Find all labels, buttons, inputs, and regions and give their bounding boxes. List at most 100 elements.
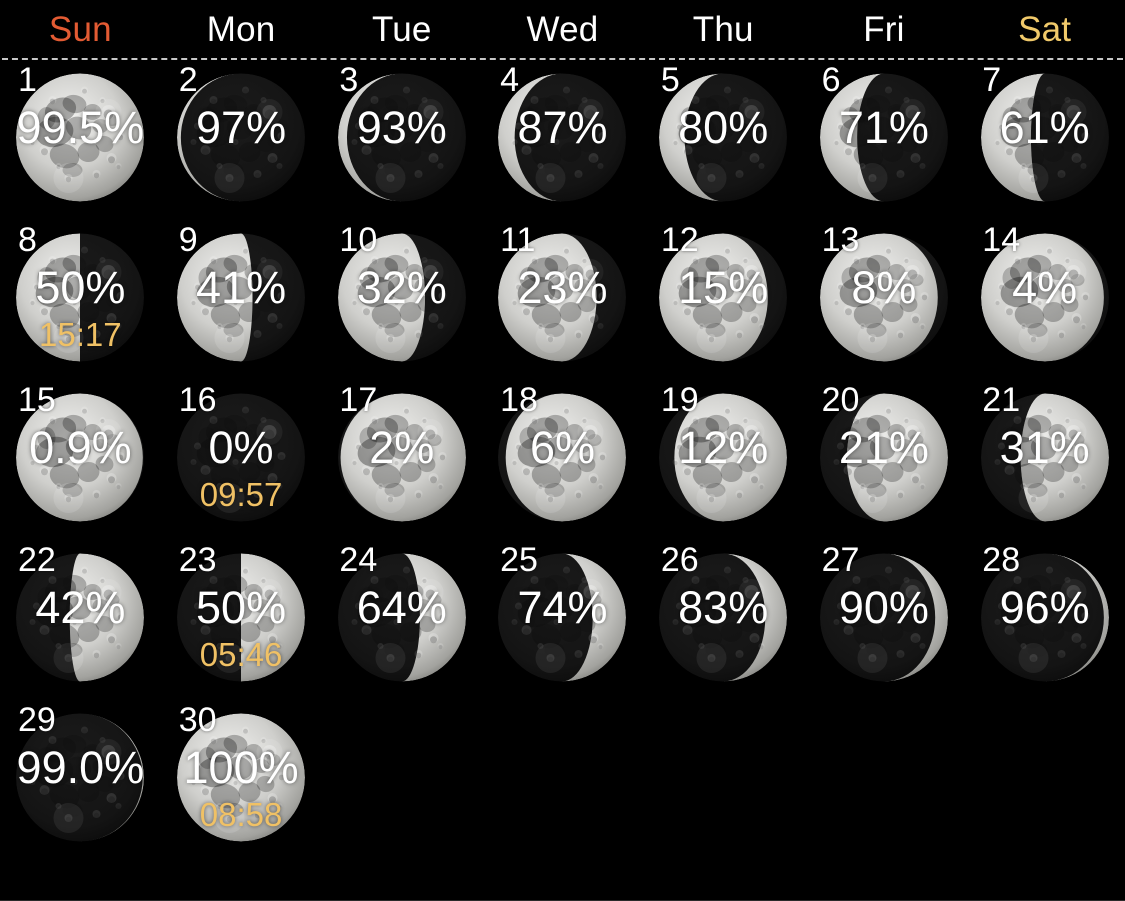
day-number: 21 <box>982 381 1021 419</box>
weekday-header-tue: Tue <box>371 9 432 49</box>
calendar-day-cell[interactable]: 10 32% <box>321 220 482 380</box>
day-number: 14 <box>982 221 1021 259</box>
calendar-day-cell[interactable]: 8 50% 15:17 <box>0 220 161 380</box>
calendar-day-cell[interactable]: 13 8% <box>804 220 965 380</box>
weekday-header-mon: Mon <box>206 9 276 49</box>
calendar-day-cell[interactable]: 25 74% <box>482 540 643 700</box>
calendar-day-cell[interactable]: 4 87% <box>482 60 643 220</box>
calendar-weeks: 1 99.5% 2 97% 3 93% 4 87% 5 80% 6 71% 7 61% 8 50% 15:17 9… <box>0 60 1125 860</box>
illumination-percent: 8% <box>851 262 917 313</box>
day-number: 17 <box>339 381 378 419</box>
illumination-percent: 50% <box>35 262 126 313</box>
moon-phase-calendar: Sun Mon Tue Wed Thu Fri Sat 1 99.5% 2 97% 3 93% 4 87%… <box>0 0 1125 901</box>
calendar-day-cell[interactable]: 23 50% 05:46 <box>161 540 322 700</box>
day-number: 22 <box>18 541 56 579</box>
calendar-day-cell[interactable]: 16 0% 09:57 <box>161 380 322 540</box>
calendar-day-cell[interactable]: 29 99.0% <box>0 700 161 860</box>
day-number: 24 <box>339 541 378 579</box>
day-number: 23 <box>178 541 217 579</box>
calendar-day-cell[interactable]: 1 99.5% <box>0 60 161 220</box>
illumination-percent: 97% <box>196 102 287 153</box>
calendar-week-row: 8 50% 15:17 9 41% 10 32% 11 23% 12 15% 13 8% 14 4% <box>0 220 1125 380</box>
weekday-header-sun: Sun <box>48 9 112 49</box>
calendar-day-cell[interactable]: 7 61% <box>964 60 1125 220</box>
weekday-header-row: Sun Mon Tue Wed Thu Fri Sat <box>0 0 1125 58</box>
illumination-percent: 4% <box>1012 262 1078 313</box>
day-number: 28 <box>982 541 1021 579</box>
calendar-week-row: 1 99.5% 2 97% 3 93% 4 87% 5 80% 6 71% 7 61% <box>0 60 1125 220</box>
calendar-day-cell[interactable]: 6 71% <box>804 60 965 220</box>
calendar-week-row: 15 0.9% 16 0% 09:57 17 2% 18 6% 19 12% 20 21% 21 31% <box>0 380 1125 540</box>
calendar-day-cell[interactable]: 3 93% <box>321 60 482 220</box>
calendar-day-cell[interactable]: 21 31% <box>964 380 1125 540</box>
day-number: 19 <box>660 381 699 419</box>
calendar-day-cell[interactable]: 11 23% <box>482 220 643 380</box>
day-number: 6 <box>821 61 841 99</box>
weekday-header-fri: Fri <box>863 9 905 49</box>
phase-event-time: 09:57 <box>199 476 283 513</box>
phase-event-time: 08:58 <box>199 796 283 833</box>
day-number: 13 <box>821 221 860 259</box>
day-number: 5 <box>660 61 680 99</box>
illumination-percent: 100% <box>183 742 299 793</box>
calendar-day-cell[interactable]: 20 21% <box>804 380 965 540</box>
illumination-percent: 12% <box>678 422 769 473</box>
day-number: 7 <box>982 61 1002 99</box>
illumination-percent: 31% <box>999 422 1090 473</box>
calendar-day-cell[interactable]: 12 15% <box>643 220 804 380</box>
calendar-day-cell[interactable]: 30 100% 08:58 <box>161 700 322 860</box>
calendar-day-cell[interactable]: 26 83% <box>643 540 804 700</box>
day-number: 4 <box>500 61 520 99</box>
calendar-day-cell[interactable]: 22 42% <box>0 540 161 700</box>
calendar-day-cell[interactable]: 14 4% <box>964 220 1125 380</box>
day-number: 16 <box>178 381 217 419</box>
day-number: 29 <box>18 701 56 739</box>
calendar-day-cell[interactable]: 2 97% <box>161 60 322 220</box>
day-number: 26 <box>660 541 699 579</box>
day-number: 20 <box>821 381 860 419</box>
day-number: 25 <box>500 541 538 579</box>
calendar-day-cell[interactable]: 19 12% <box>643 380 804 540</box>
illumination-percent: 42% <box>35 582 126 633</box>
calendar-week-row: 22 42% 23 50% 05:46 24 64% 25 74% 26 83% 27 90% 28 96% <box>0 540 1125 700</box>
day-number: 30 <box>178 701 217 739</box>
day-number: 27 <box>821 541 860 579</box>
illumination-percent: 32% <box>356 262 447 313</box>
illumination-percent: 2% <box>369 422 435 473</box>
day-number: 8 <box>18 221 37 259</box>
illumination-percent: 93% <box>356 102 447 153</box>
illumination-percent: 23% <box>517 262 608 313</box>
day-number: 1 <box>18 61 37 99</box>
illumination-percent: 0% <box>208 422 274 473</box>
calendar-day-cell[interactable]: 18 6% <box>482 380 643 540</box>
weekday-header-sat: Sat <box>1018 9 1072 49</box>
day-number: 10 <box>339 221 378 259</box>
calendar-day-cell[interactable]: 28 96% <box>964 540 1125 700</box>
day-number: 18 <box>500 381 538 419</box>
weekday-header-thu: Thu <box>692 9 754 49</box>
calendar-day-cell[interactable]: 24 64% <box>321 540 482 700</box>
illumination-percent: 21% <box>838 422 929 473</box>
illumination-percent: 80% <box>678 102 769 153</box>
illumination-percent: 41% <box>196 262 287 313</box>
calendar-day-cell[interactable]: 9 41% <box>161 220 322 380</box>
illumination-percent: 6% <box>529 422 596 473</box>
illumination-percent: 74% <box>517 582 608 633</box>
illumination-percent: 87% <box>517 102 608 153</box>
day-number: 3 <box>339 61 359 99</box>
calendar-week-row: 29 99.0% 30 100% 08:58 <box>0 700 1125 860</box>
day-number: 12 <box>660 221 699 259</box>
day-number: 11 <box>500 221 536 259</box>
illumination-percent: 50% <box>196 582 287 633</box>
day-number: 2 <box>178 61 198 99</box>
calendar-day-cell[interactable]: 17 2% <box>321 380 482 540</box>
weekday-header-wed: Wed <box>526 9 599 49</box>
calendar-day-cell[interactable]: 5 80% <box>643 60 804 220</box>
illumination-percent: 83% <box>678 582 769 633</box>
day-number: 15 <box>18 381 56 419</box>
illumination-percent: 15% <box>678 262 769 313</box>
illumination-percent: 99.0% <box>16 742 145 793</box>
calendar-day-cell[interactable]: 15 0.9% <box>0 380 161 540</box>
phase-event-time: 05:46 <box>199 636 283 673</box>
calendar-day-cell[interactable]: 27 90% <box>804 540 965 700</box>
